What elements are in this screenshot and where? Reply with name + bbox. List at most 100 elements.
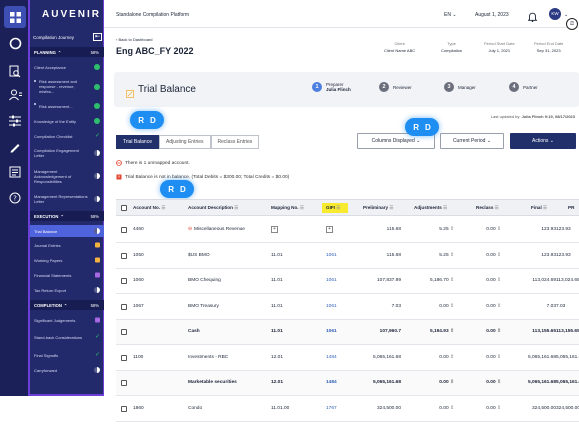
cell-gifi[interactable]: 1061 <box>326 253 337 258</box>
filter-icon[interactable]: ☰ <box>161 205 165 210</box>
tab-trial-balance[interactable]: Trial Balance <box>116 135 159 149</box>
cell-gifi[interactable]: 1484 <box>326 355 337 360</box>
cell-gifi[interactable]: 1484 <box>326 380 337 385</box>
sort-stepper-icon[interactable]: ⇕ <box>450 304 454 309</box>
table-row[interactable]: 1067 BMO Treasury 11.01 1061 7.03 0.00 ⇕ 0.00 … <box>116 295 579 320</box>
user-settings-icon[interactable] <box>8 88 22 102</box>
add-mapping-button[interactable]: + <box>271 226 278 233</box>
cell-mapping[interactable]: 11.01.00 <box>271 406 289 411</box>
row-checkbox[interactable] <box>121 227 127 233</box>
sort-stepper-icon[interactable]: ⇕ <box>450 406 454 411</box>
cell-mapping[interactable]: 12.01 <box>271 355 283 360</box>
column-header-reclass[interactable]: Reclass ☰ <box>476 205 499 211</box>
table-row[interactable]: 1100 Investments - RBC 12.01 1484 5,065,161.… <box>116 346 579 371</box>
sort-stepper-icon[interactable]: ⇕ <box>450 253 454 258</box>
sort-stepper-icon[interactable]: ⇕ <box>450 227 454 232</box>
sort-stepper-icon[interactable]: ⇕ <box>450 355 454 360</box>
sidebar-item-management-acknowledgement[interactable]: Management Acknowledgement of Responsibi… <box>30 166 104 186</box>
sidebar-item-client-acceptance[interactable]: Client Acceptance <box>30 62 104 72</box>
cell-mapping[interactable]: 11.01 <box>271 304 283 309</box>
row-checkbox[interactable] <box>121 380 127 386</box>
cell-gifi[interactable]: 1061 <box>326 278 337 283</box>
back-to-dashboard-link[interactable]: ‹ Back to Dashboard <box>116 37 152 42</box>
sidebar-item-significant-judgements[interactable]: Significant Judgements <box>30 315 104 325</box>
period-selector-button[interactable]: Current Period ⌄ <box>440 133 504 149</box>
language-selector[interactable]: EN ⌄ <box>444 12 457 18</box>
table-row[interactable]: Cash 11.01 1061 107,960.7 5,194.93 ⇕ 0.00 ⇕ 11… <box>116 320 579 345</box>
cell-gifi[interactable]: 1061 <box>326 304 337 309</box>
column-header-adjustments[interactable]: Adjustments ☰ <box>414 205 447 211</box>
sidebar-item-stand-back[interactable]: Stand-back Considerations ✓ <box>30 330 104 344</box>
table-row[interactable]: 4460 ⊖ Miscellaneous Revenue + +115.68 5.25 ⇕… <box>116 218 579 243</box>
sidebar-item-risk-assessment[interactable]: Risk assessment... <box>30 101 104 111</box>
tab-adjusting-entries[interactable]: Adjusting Entries <box>159 135 211 149</box>
add-gifi-button[interactable]: + <box>326 226 333 233</box>
column-header-description[interactable]: Account Description ☰ <box>188 205 238 211</box>
sidebar-item-knowledge-entity[interactable]: Knowledge of the Entity <box>30 116 104 126</box>
table-row[interactable]: Marketable securities 12.01 1484 5,065,161.… <box>116 371 579 396</box>
filter-icon[interactable]: ☰ <box>543 205 547 210</box>
cell-gifi[interactable]: 1061 <box>326 329 337 334</box>
section-planning[interactable]: PLANNING ⌃ 58% <box>30 47 104 57</box>
column-header-final[interactable]: Final ☰ <box>531 205 547 211</box>
column-header-pr[interactable]: PR <box>568 205 574 210</box>
sidebar-item-carryforward[interactable]: Carryforward <box>30 365 104 375</box>
sidebar-item-tax-return-export[interactable]: Tax Return Export <box>30 285 104 295</box>
sort-stepper-icon[interactable]: ⇕ <box>450 329 454 334</box>
filter-icon[interactable]: ☰ <box>336 205 340 210</box>
row-checkbox[interactable] <box>121 278 127 284</box>
row-checkbox[interactable] <box>121 252 127 259</box>
table-row[interactable]: 1860 Condo 11.01.00 1767 324,500.00 0.00 ⇕ 0.0… <box>116 397 579 422</box>
column-header-account-no[interactable]: Account No. ☰ <box>133 205 165 211</box>
cell-gifi[interactable]: 1767 <box>326 406 337 411</box>
bell-icon[interactable] <box>527 9 538 27</box>
sliders-icon[interactable] <box>8 114 22 128</box>
sidebar-item-compilation-checklist[interactable]: Compilation Checklist ✓ <box>30 131 104 141</box>
cell-mapping[interactable]: 11.01 <box>271 253 283 258</box>
filter-icon[interactable]: ☰ <box>443 205 447 210</box>
document-search-icon[interactable] <box>8 64 22 78</box>
workflow-step-manager[interactable]: 3 Manager <box>444 82 476 92</box>
filter-icon[interactable]: ☰ <box>300 205 304 210</box>
sidebar-item-journal-entries[interactable]: Journal Entries <box>30 240 104 250</box>
table-row[interactable]: 1060 BMO Chequing 11.01 1061 107,837.99 5,186… <box>116 269 579 294</box>
column-header-preliminary[interactable]: Preliminary ☰ <box>363 205 393 211</box>
row-checkbox[interactable] <box>121 405 127 412</box>
select-all-checkbox[interactable] <box>121 205 127 211</box>
sidebar-item-engagement-letter[interactable]: Compilation Engagement Letter <box>30 146 104 160</box>
sidebar-item-working-papers[interactable]: Working Papers <box>30 255 104 265</box>
table-row[interactable]: 1050 $US BMO 11.01 1061 115.68 5.25 ⇕ 0.00 ⇕ 12… <box>116 244 579 269</box>
sidebar-item-final-signoffs[interactable]: Final Signoffs ✓ <box>30 350 104 360</box>
tab-reclass-entries[interactable]: Reclass Entries <box>210 135 260 149</box>
document-text-icon[interactable] <box>8 165 22 179</box>
row-checkbox[interactable] <box>121 354 127 361</box>
loading-circle-icon[interactable] <box>8 36 22 50</box>
workflow-step-preparer[interactable]: 1 Preparer Julia Flinch <box>312 82 351 92</box>
avatar[interactable]: KW <box>549 8 561 20</box>
cell-mapping[interactable]: 11.01 <box>271 278 283 283</box>
sort-stepper-icon[interactable]: ⇕ <box>450 278 454 283</box>
actions-button[interactable]: Actions ⌄ <box>510 133 576 149</box>
cell-mapping[interactable]: 12.01 <box>271 380 283 385</box>
sidebar-item-financial-statements[interactable]: Financial Statements <box>30 270 104 280</box>
avatar-chevron-icon[interactable]: ⌄ <box>564 12 568 18</box>
section-execution[interactable]: EXECUTION ⌃ 58% <box>30 211 104 221</box>
row-checkbox[interactable] <box>121 329 127 335</box>
collapse-sidebar-button[interactable]: ⇤ <box>93 33 102 41</box>
column-header-gifi[interactable]: GIFI ☰ <box>326 205 340 211</box>
column-header-mapping[interactable]: Mapping No. ☰ <box>271 205 304 211</box>
section-completion[interactable]: COMPLETION ⌃ 58% <box>30 300 104 310</box>
pencil-icon[interactable] <box>8 140 22 154</box>
filter-icon[interactable]: ☰ <box>389 205 393 210</box>
help-icon[interactable]: ? <box>8 191 22 205</box>
sort-stepper-icon[interactable]: ⇕ <box>450 380 454 385</box>
grid-icon[interactable] <box>4 6 26 28</box>
cell-mapping[interactable]: 11.01 <box>271 329 283 334</box>
filter-icon[interactable]: ☰ <box>234 205 238 210</box>
sidebar-item-trial-balance[interactable]: Trial Balance <box>30 225 104 237</box>
filter-icon[interactable]: ☰ <box>495 205 499 210</box>
sidebar-item-representations-letter[interactable]: Management Representations Letter <box>30 192 104 206</box>
sidebar-item-risk-assessment-revenue[interactable]: Risk assessment and response - revenue, … <box>30 78 104 95</box>
workflow-step-reviewer[interactable]: 2 Reviewer <box>379 82 412 92</box>
row-checkbox[interactable] <box>121 303 127 310</box>
